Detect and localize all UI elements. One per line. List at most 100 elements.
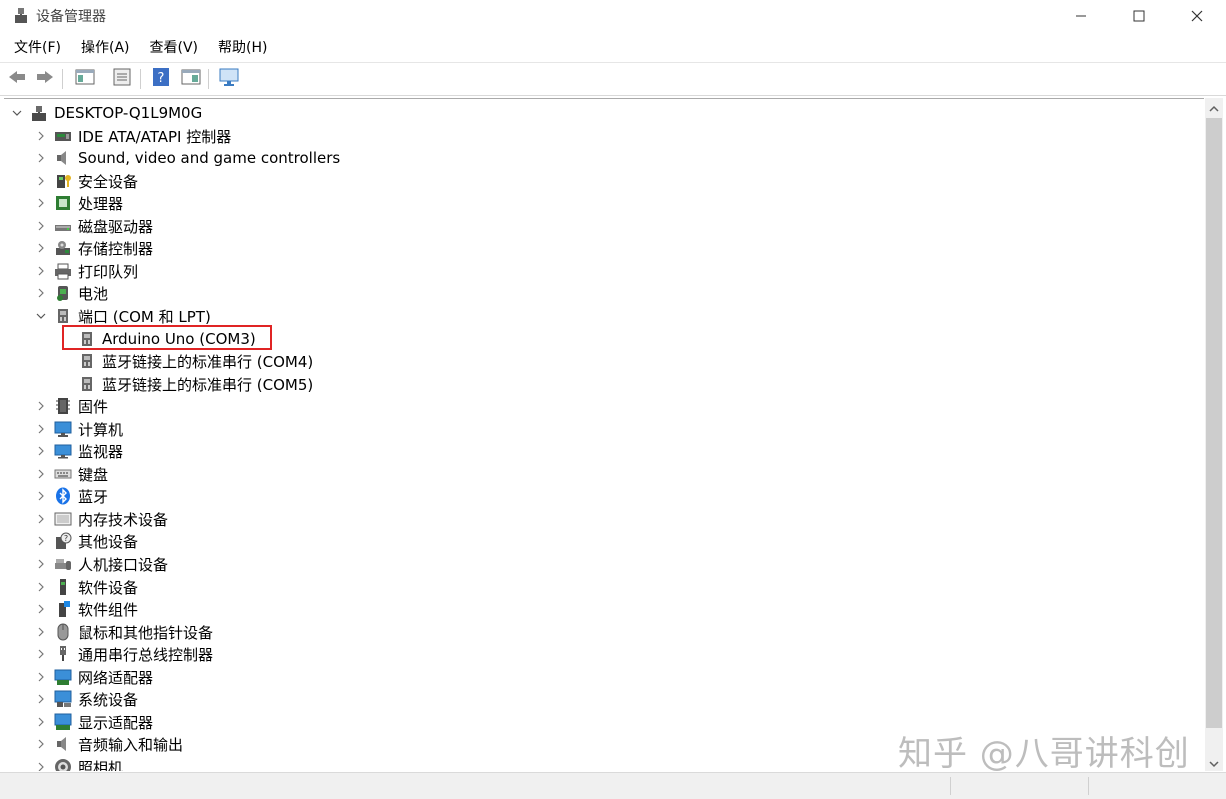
collapsed-chevron-icon[interactable] xyxy=(34,489,48,503)
scroll-down-button[interactable] xyxy=(1205,753,1223,771)
collapsed-chevron-icon[interactable] xyxy=(34,444,48,458)
tree-category[interactable]: 显示适配器 xyxy=(34,711,153,733)
expanded-chevron-icon[interactable] xyxy=(10,106,24,120)
collapsed-chevron-icon[interactable] xyxy=(34,557,48,571)
collapsed-chevron-icon[interactable] xyxy=(34,399,48,413)
collapsed-chevron-icon[interactable] xyxy=(34,219,48,233)
tree-category[interactable]: 软件设备 xyxy=(34,576,138,598)
tree-item-label: 通用串行总线控制器 xyxy=(78,645,214,664)
tree-category[interactable]: 安全设备 xyxy=(34,170,138,192)
back-button[interactable] xyxy=(6,68,28,90)
tree-item-label: IDE ATA/ATAPI 控制器 xyxy=(78,127,232,146)
svg-text:?: ? xyxy=(158,71,165,86)
memory-device-icon xyxy=(54,510,72,528)
tree-category[interactable]: 电池 xyxy=(34,282,108,304)
scroll-thumb[interactable] xyxy=(1206,118,1222,728)
tree-category[interactable]: 网络适配器 xyxy=(34,666,153,688)
maximize-button[interactable] xyxy=(1110,0,1168,32)
monitor-button[interactable] xyxy=(218,68,240,90)
tree-category[interactable]: 照相机 xyxy=(34,756,123,771)
tree-category[interactable]: 键盘 xyxy=(34,463,108,485)
software-device-icon xyxy=(54,578,72,596)
tree-item-label: 电池 xyxy=(78,284,109,303)
forward-button[interactable] xyxy=(34,68,56,90)
tree-item-label: 键盘 xyxy=(78,465,109,484)
collapsed-chevron-icon[interactable] xyxy=(34,174,48,188)
display-adapter-icon xyxy=(54,713,72,731)
tree-category[interactable]: 系统设备 xyxy=(34,688,138,710)
tree-category[interactable]: 磁盘驱动器 xyxy=(34,215,153,237)
tree-device[interactable]: 蓝牙链接上的标准串行 (COM4) xyxy=(72,350,313,372)
tree-category[interactable]: 蓝牙 xyxy=(34,485,108,507)
status-divider xyxy=(1088,777,1089,795)
collapsed-chevron-icon[interactable] xyxy=(34,151,48,165)
collapsed-chevron-icon[interactable] xyxy=(34,647,48,661)
toolbar-separator xyxy=(208,69,209,89)
collapsed-chevron-icon[interactable] xyxy=(34,512,48,526)
vertical-scrollbar[interactable] xyxy=(1205,98,1223,771)
bluetooth-icon xyxy=(54,487,72,505)
collapsed-chevron-icon[interactable] xyxy=(34,467,48,481)
tree-category[interactable]: 软件组件 xyxy=(34,598,138,620)
storage-controller-icon xyxy=(54,239,72,257)
tree-category[interactable]: 音频输入和输出 xyxy=(34,733,183,755)
collapsed-chevron-icon[interactable] xyxy=(34,286,48,300)
menu-action[interactable]: 操作(A) xyxy=(75,36,136,60)
menu-view[interactable]: 查看(V) xyxy=(144,36,205,60)
collapsed-chevron-icon[interactable] xyxy=(34,580,48,594)
tree-category[interactable]: 人机接口设备 xyxy=(34,553,168,575)
tree-item-label: 显示适配器 xyxy=(78,713,154,732)
collapsed-chevron-icon[interactable] xyxy=(34,715,48,729)
tree-category[interactable]: 通用串行总线控制器 xyxy=(34,643,213,665)
collapsed-chevron-icon[interactable] xyxy=(34,264,48,278)
tree-category[interactable]: 打印队列 xyxy=(34,260,138,282)
tree-category[interactable]: Sound, video and game controllers xyxy=(34,147,340,169)
collapsed-chevron-icon[interactable] xyxy=(34,602,48,616)
close-icon xyxy=(1191,7,1203,26)
ide-controller-icon xyxy=(54,127,72,145)
tree-device[interactable]: 蓝牙链接上的标准串行 (COM5) xyxy=(72,373,313,395)
close-button[interactable] xyxy=(1168,0,1226,32)
tree-category[interactable]: 处理器 xyxy=(34,192,123,214)
svg-text:?: ? xyxy=(64,534,68,543)
collapsed-chevron-icon[interactable] xyxy=(34,196,48,210)
collapsed-chevron-icon[interactable] xyxy=(34,241,48,255)
forward-icon xyxy=(35,69,55,89)
menu-file[interactable]: 文件(F) xyxy=(8,36,67,60)
collapsed-chevron-icon[interactable] xyxy=(34,422,48,436)
minimize-button[interactable] xyxy=(1052,0,1110,32)
tree-item-label: 鼠标和其他指针设备 xyxy=(78,623,214,642)
tree-item-label: DESKTOP-Q1L9M0G xyxy=(54,104,203,122)
collapsed-chevron-icon[interactable] xyxy=(34,129,48,143)
tree-category[interactable]: IDE ATA/ATAPI 控制器 xyxy=(34,125,231,147)
tree-category[interactable]: 端口 (COM 和 LPT) xyxy=(34,305,211,327)
speaker-icon xyxy=(54,149,72,167)
tree-category[interactable]: 存储控制器 xyxy=(34,237,153,259)
properties-button[interactable] xyxy=(111,68,133,90)
collapsed-chevron-icon[interactable] xyxy=(34,760,48,771)
expanded-chevron-icon[interactable] xyxy=(34,309,48,323)
scroll-down-icon xyxy=(1209,753,1219,772)
show-hide-tree-button[interactable] xyxy=(74,68,96,90)
tree-category[interactable]: ? 其他设备 xyxy=(34,530,138,552)
tree-root[interactable]: DESKTOP-Q1L9M0G xyxy=(10,102,202,124)
tree-item-label: 磁盘驱动器 xyxy=(78,217,154,236)
keyboard-icon xyxy=(54,465,72,483)
collapsed-chevron-icon[interactable] xyxy=(34,534,48,548)
scroll-up-button[interactable] xyxy=(1205,98,1223,116)
collapsed-chevron-icon[interactable] xyxy=(34,625,48,639)
action-pane-button[interactable] xyxy=(180,68,202,90)
processor-icon xyxy=(54,194,72,212)
collapsed-chevron-icon[interactable] xyxy=(34,692,48,706)
tree-category[interactable]: 监视器 xyxy=(34,440,123,462)
tree-item-label: 蓝牙 xyxy=(78,487,109,506)
help-button[interactable]: ? xyxy=(150,68,172,90)
tree-category[interactable]: 固件 xyxy=(34,395,108,417)
tree-category[interactable]: 鼠标和其他指针设备 xyxy=(34,621,213,643)
hid-icon xyxy=(54,555,72,573)
tree-category[interactable]: 计算机 xyxy=(34,418,123,440)
collapsed-chevron-icon[interactable] xyxy=(34,670,48,684)
collapsed-chevron-icon[interactable] xyxy=(34,737,48,751)
menu-help[interactable]: 帮助(H) xyxy=(212,36,273,60)
tree-category[interactable]: 内存技术设备 xyxy=(34,508,168,530)
